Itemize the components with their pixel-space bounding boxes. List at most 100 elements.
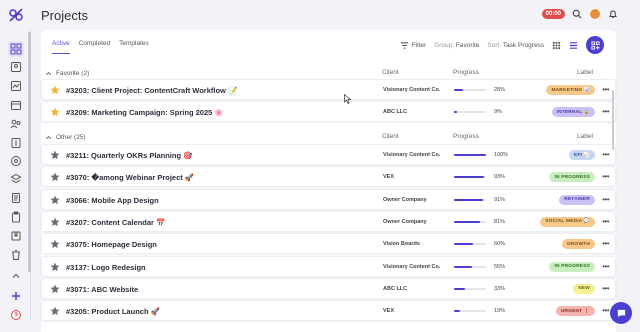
label-badge[interactable]: IN PROGRESS <box>549 172 595 183</box>
more-options-icon[interactable]: ••• <box>602 217 609 226</box>
reports-icon[interactable] <box>8 78 24 94</box>
bell-icon[interactable] <box>608 9 618 19</box>
list-view-icon[interactable] <box>569 41 578 50</box>
star-icon[interactable] <box>50 239 60 249</box>
page-title: Projects <box>41 8 88 23</box>
project-row[interactable]: #3211: Quarterly OKRs Planning 🎯 Visionar… <box>41 144 616 165</box>
project-name[interactable]: #3137: Logo Redesign <box>66 263 146 272</box>
help-icon[interactable] <box>8 307 24 323</box>
add-project-button[interactable] <box>586 36 604 54</box>
progress-fill <box>454 243 474 246</box>
trash-icon[interactable] <box>8 247 24 263</box>
search-icon[interactable] <box>572 9 582 19</box>
project-name[interactable]: #3203: Client Project: ContentCraft Work… <box>66 86 237 95</box>
project-name[interactable]: #3211: Quarterly OKRs Planning 🎯 <box>66 151 192 160</box>
tab-completed[interactable]: Completed <box>79 40 110 54</box>
sort-dropdown[interactable]: Sort: Task Progress <box>487 42 544 49</box>
star-icon[interactable] <box>50 85 60 95</box>
label-badge[interactable]: MARKETING 📊 <box>546 85 595 95</box>
tab-templates[interactable]: Templates <box>119 40 149 54</box>
more-options-icon[interactable]: ••• <box>602 172 609 181</box>
label-badge[interactable]: INTERNAL 🔒 <box>551 107 595 118</box>
star-icon[interactable] <box>50 107 60 117</box>
avatar[interactable] <box>589 8 601 20</box>
label-badge[interactable]: SOCIAL MEDIA 💬 <box>540 216 595 227</box>
group-dropdown[interactable]: Group: Favorite <box>434 42 479 49</box>
star-icon[interactable] <box>50 172 60 182</box>
project-name[interactable]: #3071: ABC Website <box>66 285 138 294</box>
tab-active[interactable]: Active <box>52 40 70 54</box>
list-scrollbar[interactable] <box>612 90 614 150</box>
project-row[interactable]: #3137: Logo Redesign Visionary Content Co… <box>41 255 616 277</box>
more-options-icon[interactable]: ••• <box>602 85 609 94</box>
progress-percent: 91% <box>494 196 506 203</box>
star-icon[interactable] <box>50 217 60 227</box>
chevron-up-icon[interactable] <box>8 268 24 284</box>
project-row[interactable]: #3209: Marketing Campaign: Spring 2025 🌸… <box>41 101 616 123</box>
filter-button[interactable]: Filter <box>400 41 426 50</box>
label-badge[interactable]: URGENT ❗ <box>555 306 595 317</box>
billing-icon[interactable] <box>8 135 24 151</box>
contacts-icon[interactable] <box>8 59 24 75</box>
bookmark-icon[interactable] <box>8 228 24 244</box>
label-badge[interactable]: IN PROGRESS <box>549 261 595 272</box>
project-row[interactable]: #3071: ABC Website ABC LLC 33% NEW ••• <box>41 277 616 299</box>
project-row[interactable]: #3207: Content Calendar 📅 Owner Company 81… <box>41 210 616 232</box>
star-icon[interactable] <box>50 150 60 160</box>
progress-bar <box>454 243 486 246</box>
label-badge[interactable]: GROWTH <box>561 239 595 250</box>
dashboard-icon[interactable] <box>8 41 24 57</box>
star-icon[interactable] <box>50 262 60 272</box>
project-row[interactable]: #3205: Product Launch 🚀 VEX 19% URGENT ❗ ••• <box>41 300 616 322</box>
section-other-header[interactable]: Other (25) <box>45 131 86 143</box>
settings-icon[interactable] <box>8 153 24 169</box>
more-options-icon[interactable]: ••• <box>602 306 609 315</box>
column-header-client: Client <box>382 69 399 76</box>
star-icon[interactable] <box>50 284 60 294</box>
project-name[interactable]: #3209: Marketing Campaign: Spring 2025 🌸 <box>66 108 224 117</box>
add-icon[interactable] <box>8 288 24 304</box>
progress-bar <box>454 89 486 91</box>
project-name[interactable]: #3066: Mobile App Design <box>66 196 159 205</box>
progress-percent: 19% <box>494 308 506 315</box>
project-name[interactable]: #3075: Homepage Design <box>66 240 157 249</box>
more-options-icon[interactable]: ••• <box>602 195 609 204</box>
section-favorite-header[interactable]: Favorite (2) <box>45 67 89 79</box>
more-options-icon[interactable]: ••• <box>602 284 609 293</box>
sidebar-scrollbar[interactable] <box>28 32 31 272</box>
project-row[interactable]: #3070: �among Webinar Project 🚀 VEX 93% IN … <box>41 166 616 188</box>
label-badge[interactable]: NEW <box>573 283 595 294</box>
progress-percent: 100% <box>494 152 509 158</box>
more-options-icon[interactable]: ••• <box>602 239 609 248</box>
calendar-icon[interactable] <box>8 97 24 113</box>
progress-bar <box>454 220 486 223</box>
progress-bar <box>454 310 486 313</box>
more-options-icon[interactable]: ••• <box>602 262 609 271</box>
team-icon[interactable] <box>8 116 24 132</box>
project-row[interactable]: #3066: Mobile App Design Owner Company 91%… <box>41 188 616 210</box>
grid-view-icon[interactable] <box>552 41 561 50</box>
more-options-icon[interactable]: ••• <box>602 150 609 159</box>
more-options-icon[interactable]: ••• <box>602 107 609 116</box>
project-name[interactable]: #3070: �among Webinar Project 🚀 <box>66 173 194 182</box>
app-logo-icon[interactable] <box>8 7 24 23</box>
star-icon[interactable] <box>50 306 60 316</box>
section-title: Favorite (2) <box>56 69 90 77</box>
chat-button[interactable] <box>610 302 632 324</box>
clipboard-icon[interactable] <box>8 209 24 225</box>
star-icon[interactable] <box>50 195 60 205</box>
project-name[interactable]: #3207: Content Calendar 📅 <box>66 218 165 227</box>
progress-fill <box>454 154 486 156</box>
progress-bar <box>454 176 486 179</box>
documents-icon[interactable] <box>8 190 24 206</box>
timer-badge[interactable]: 00:00 <box>541 9 565 19</box>
project-row[interactable]: #3203: Client Project: ContentCraft Work… <box>41 79 616 100</box>
progress-fill <box>454 265 472 268</box>
progress-percent: 9% <box>494 109 502 116</box>
label-badge[interactable]: KPI 📈 <box>568 150 595 160</box>
layers-icon[interactable] <box>8 171 24 187</box>
label-badge[interactable]: RETAINER <box>559 194 595 205</box>
project-name[interactable]: #3205: Product Launch 🚀 <box>66 307 160 316</box>
project-row[interactable]: #3075: Homepage Design Vision Boards 60% GR… <box>41 233 616 255</box>
mouse-cursor-icon <box>344 94 352 104</box>
